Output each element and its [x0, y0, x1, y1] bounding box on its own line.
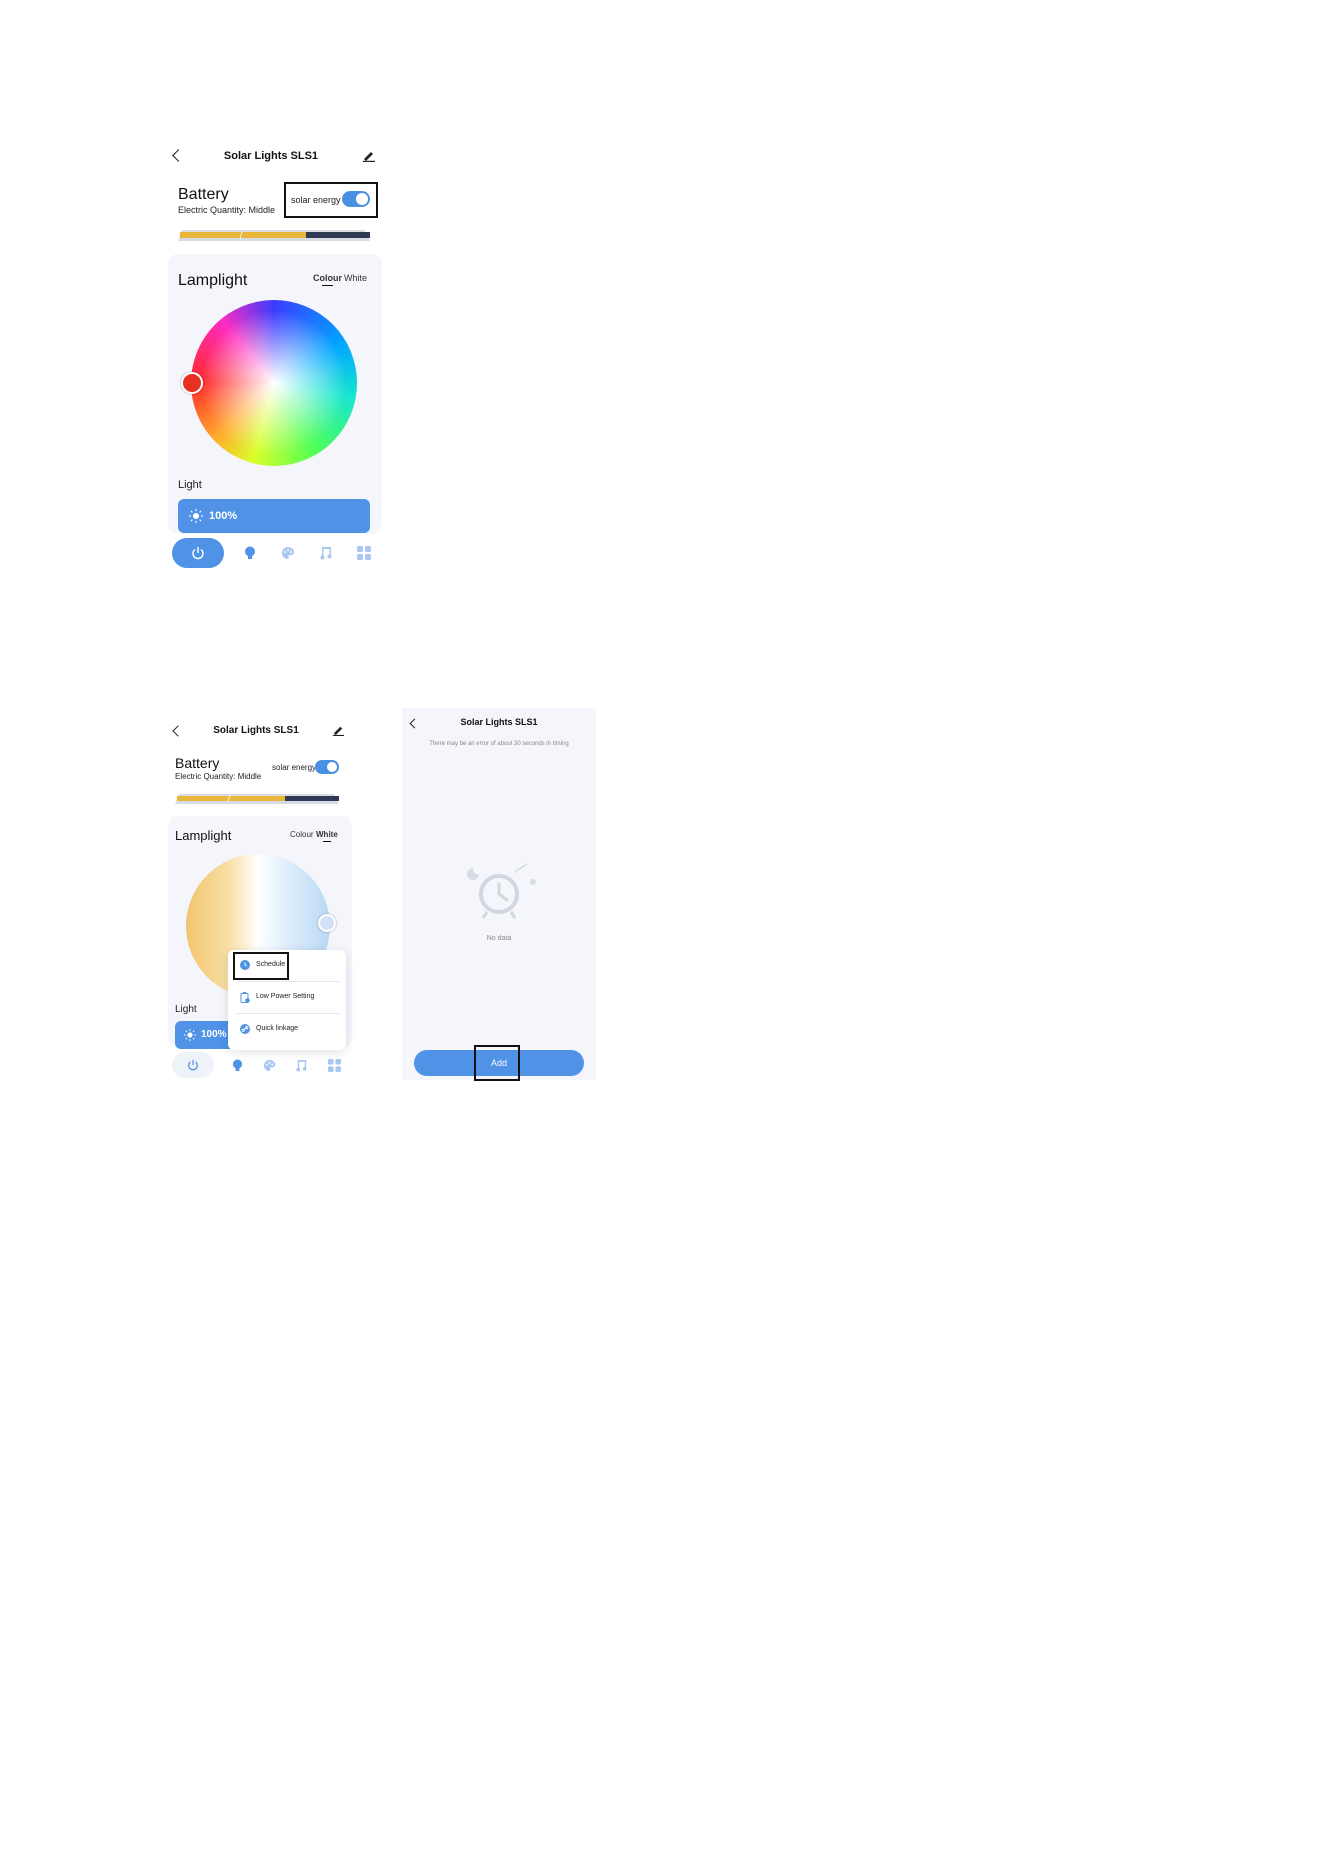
page-title: Solar Lights SLS1 [460, 717, 538, 727]
bulb-icon[interactable] [244, 546, 256, 560]
color-picker-handle[interactable] [181, 372, 203, 394]
palette-icon[interactable] [281, 546, 295, 560]
solar-panel-battery-bar [175, 794, 339, 804]
bottom-nav [166, 534, 386, 574]
power-button[interactable] [172, 1052, 214, 1078]
sun-icon [184, 1029, 196, 1041]
solar-panel-battery-bar [178, 230, 370, 241]
grid-icon[interactable] [328, 1059, 341, 1072]
palette-icon[interactable] [263, 1059, 276, 1072]
battery-subtitle: Electric Quantity: Middle [175, 772, 262, 781]
solar-energy-label: solar energy [272, 763, 317, 772]
alarm-clock-icon [467, 863, 536, 919]
link-icon [240, 1024, 250, 1034]
solar-energy-highlight [284, 182, 378, 218]
temperature-picker-handle[interactable] [318, 914, 336, 932]
lamplight-title: Lamplight [178, 272, 248, 289]
sun-icon [189, 509, 203, 523]
power-icon [192, 547, 204, 560]
back-icon[interactable] [409, 718, 420, 729]
edit-icon[interactable] [332, 723, 345, 736]
brightness-slider[interactable]: 100% [178, 499, 370, 533]
menu-item-label: Quick linkage [256, 1025, 299, 1032]
power-button[interactable] [172, 538, 224, 568]
tab-white[interactable]: White [344, 273, 367, 283]
lamplight-title: Lamplight [175, 828, 232, 843]
battery-title: Battery [178, 186, 229, 203]
screen-schedule: Solar Lights SLS1 There may be an error … [402, 708, 596, 1081]
menu-item-low-power-setting[interactable]: Low Power Setting [228, 982, 346, 1012]
bottom-nav [166, 1050, 356, 1082]
battery-subtitle: Electric Quantity: Middle [178, 205, 276, 215]
music-icon[interactable] [320, 546, 332, 560]
battery-title: Battery [175, 755, 220, 771]
screen-device-colour: Solar Lights SLS1 Battery Electric Quant… [166, 130, 386, 580]
power-icon [188, 1059, 198, 1071]
color-wheel[interactable] [191, 300, 357, 466]
page-title: Solar Lights SLS1 [223, 150, 319, 162]
brightness-value: 100% [201, 1029, 227, 1040]
timing-note: There may be an error of about 30 second… [429, 741, 569, 747]
add-highlight [474, 1045, 520, 1081]
tab-white[interactable]: White [316, 830, 338, 842]
light-label: Light [178, 479, 202, 491]
toggle-knob [327, 762, 337, 772]
music-icon[interactable] [296, 1059, 307, 1072]
battery-setting-icon [240, 992, 250, 1003]
bulb-icon[interactable] [232, 1059, 243, 1072]
tab-colour[interactable]: Colour [313, 273, 342, 286]
tab-colour[interactable]: Colour [290, 830, 314, 839]
menu-item-quick-linkage[interactable]: Quick linkage [228, 1014, 346, 1044]
grid-icon[interactable] [357, 546, 371, 560]
back-icon[interactable] [172, 725, 184, 737]
solar-energy-toggle[interactable] [315, 760, 339, 774]
light-label: Light [175, 1004, 197, 1015]
edit-icon[interactable] [362, 148, 376, 162]
menu-item-label: Low Power Setting [256, 993, 315, 1000]
empty-state-text: No data [486, 935, 512, 942]
brightness-value: 100% [209, 510, 238, 522]
screen-device-white-menu: Solar Lights SLS1 Battery Electric Quant… [166, 708, 356, 1082]
schedule-highlight [233, 952, 289, 980]
back-icon[interactable] [172, 149, 185, 162]
page-title: Solar Lights SLS1 [213, 725, 299, 736]
